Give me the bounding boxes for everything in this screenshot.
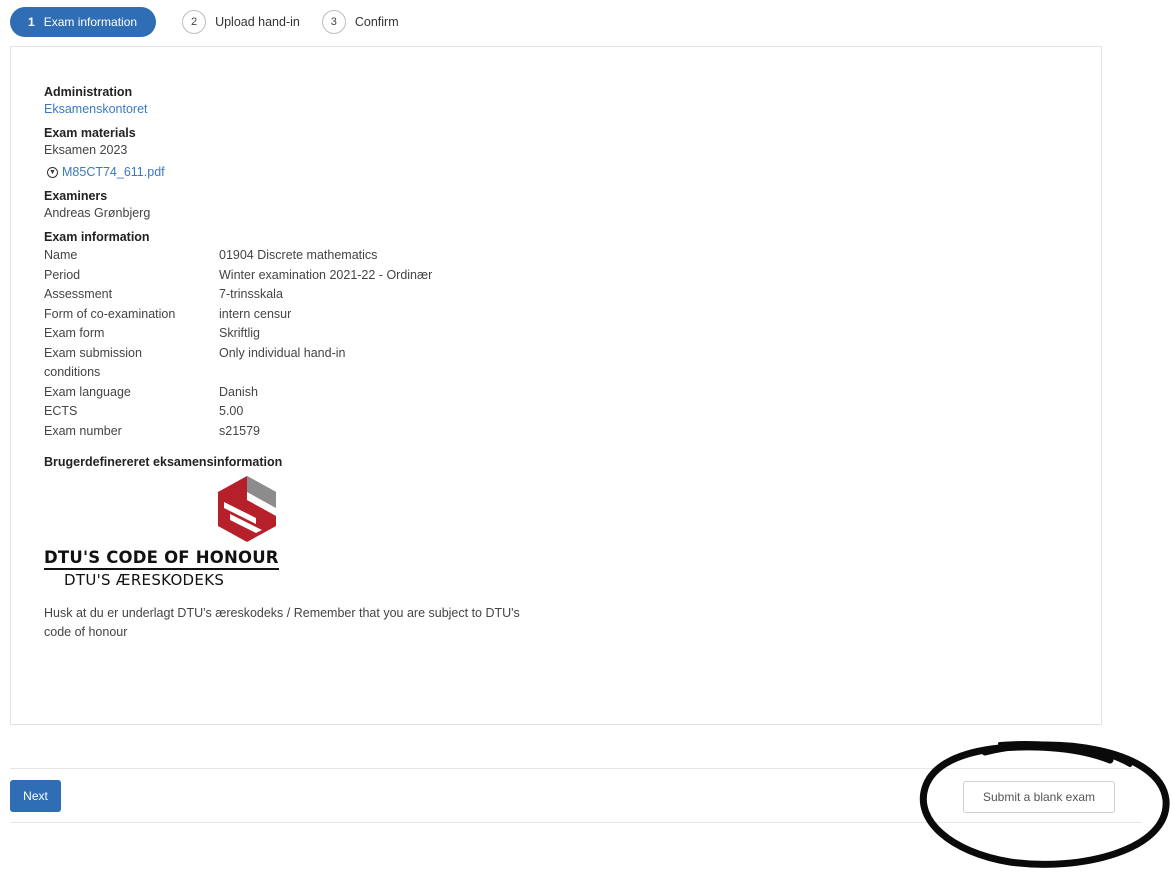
next-button[interactable]: Next <box>10 780 61 812</box>
exam-information-section: Exam information Name 01904 Discrete mat… <box>44 229 744 441</box>
exam-info-panel: Administration Eksamenskontoret Exam mat… <box>10 46 1102 725</box>
exam-file-link[interactable]: M85CT74_611.pdf <box>62 163 165 182</box>
table-row: Exam form Skriftlig <box>44 324 432 344</box>
exam-materials-value: Eksamen 2023 <box>44 143 128 157</box>
administration-link[interactable]: Eksamenskontoret <box>44 102 148 116</box>
exam-file-download[interactable]: ▼ M85CT74_611.pdf <box>44 163 744 182</box>
exam-materials-section: Exam materials Eksamen 2023 ▼ M85CT74_61… <box>44 125 744 182</box>
row-key: Assessment <box>44 287 113 301</box>
examiners-value: Andreas Grønbjerg <box>44 206 151 220</box>
row-key: Exam language <box>44 384 131 399</box>
step-number: 3 <box>321 10 346 34</box>
footer-divider-top <box>10 768 1142 769</box>
row-value: Winter examination 2021-22 - Ordinær <box>219 267 433 282</box>
step-number: 1 <box>28 15 35 29</box>
step-confirm[interactable]: 3 Confirm <box>321 10 399 34</box>
step-exam-information[interactable]: 1 Exam information <box>10 7 157 37</box>
administration-heading: Administration <box>44 85 133 99</box>
step-upload-hand-in[interactable]: 2 Upload hand-in <box>182 10 300 34</box>
row-key: Name <box>44 248 78 262</box>
dtu-shield-icon <box>218 476 276 542</box>
table-row: Exam language Danish <box>44 383 432 403</box>
row-value: Only individual hand-in <box>219 345 346 360</box>
row-value: 5.00 <box>219 404 244 418</box>
row-value: 7-trinsskala <box>219 287 283 301</box>
logo-subtitle: DTU'S ÆRESKODEKS <box>64 571 225 589</box>
table-row: ECTS 5.00 <box>44 402 432 422</box>
honour-reminder: Husk at du er underlagt DTU's æreskodeks… <box>44 606 520 639</box>
examiners-heading: Examiners <box>44 189 108 203</box>
examiners-section: Examiners Andreas Grønbjerg <box>44 188 744 223</box>
table-row: Form of co-examination intern censur <box>44 305 432 325</box>
administration-section: Administration Eksamenskontoret <box>44 84 744 119</box>
row-key: Exam number <box>44 423 122 438</box>
exam-materials-heading: Exam materials <box>44 126 136 140</box>
row-key: Period <box>44 267 81 282</box>
table-row: Exam submission conditions Only individu… <box>44 344 432 383</box>
dtu-code-of-honour-logo: DTU'S CODE OF HONOUR DTU'S ÆRESKODEKS <box>44 474 284 589</box>
step-label: Exam information <box>43 15 138 29</box>
row-value: Danish <box>219 384 258 399</box>
exam-information-table: Name 01904 Discrete mathematics Period W… <box>44 246 432 441</box>
logo-title: DTU'S CODE OF HONOUR <box>44 548 279 570</box>
submit-blank-exam-button[interactable]: Submit a blank exam <box>963 781 1115 813</box>
download-icon: ▼ <box>47 167 58 178</box>
row-key: Exam form <box>44 326 105 340</box>
custom-info-heading: Brugerdefinereret eksamensinformation <box>44 455 283 469</box>
step-label: Confirm <box>354 15 399 29</box>
step-label: Upload hand-in <box>215 15 300 29</box>
exam-stepper: 1 Exam information 2 Upload hand-in 3 Co… <box>10 7 421 37</box>
row-key: ECTS <box>44 404 78 418</box>
table-row: Period Winter examination 2021-22 - Ordi… <box>44 266 432 286</box>
table-row: Assessment 7-trinsskala <box>44 285 432 305</box>
exam-info-content: Administration Eksamenskontoret Exam mat… <box>44 84 744 641</box>
row-value: Skriftlig <box>219 326 260 340</box>
row-key: Exam submission conditions <box>44 345 142 380</box>
row-value: s21579 <box>219 423 261 438</box>
footer-divider-bottom <box>10 822 1142 823</box>
step-number: 2 <box>182 10 207 34</box>
table-row: Exam number s21579 <box>44 422 432 442</box>
row-value: intern censur <box>219 306 292 321</box>
row-value: 01904 Discrete mathematics <box>219 248 378 262</box>
exam-information-heading: Exam information <box>44 230 150 244</box>
row-key: Form of co-examination <box>44 306 176 321</box>
table-row: Name 01904 Discrete mathematics <box>44 246 432 266</box>
